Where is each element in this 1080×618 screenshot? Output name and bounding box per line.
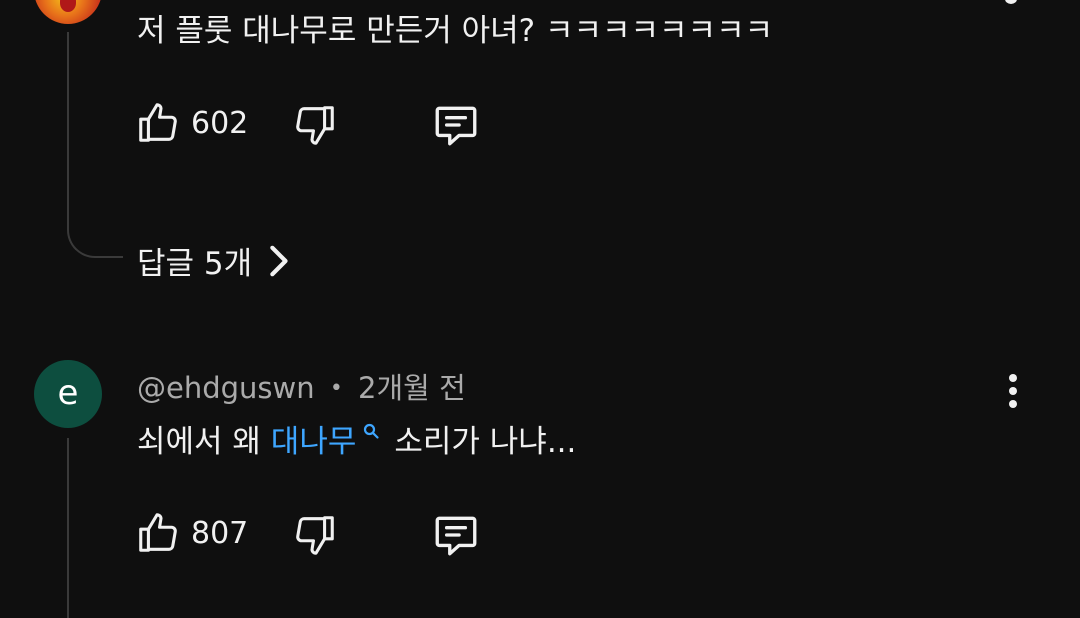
thumbs-down-icon [296, 106, 334, 145]
like-count: 602 [191, 106, 249, 141]
meta-separator: • [329, 376, 343, 401]
reply-button[interactable] [431, 510, 481, 560]
comment-text: 저 플룻 대나무로 만든거 아녀? ㅋㅋㅋㅋㅋㅋㅋㅋ [137, 13, 774, 49]
comment-text-after: 소리가 나냐... [394, 424, 577, 460]
comment-icon [435, 106, 477, 146]
comment-text-before: 쇠에서 왜 [137, 424, 261, 460]
more-options-icon[interactable] [1000, 374, 1026, 414]
dislike-button[interactable] [292, 102, 338, 148]
thread-connector-line [67, 32, 123, 258]
reply-button[interactable] [431, 100, 481, 150]
comment-icon [435, 516, 477, 556]
comment-meta: @ehdguswn • 2개월 전 [137, 365, 466, 407]
thumbs-up-icon [139, 103, 177, 142]
chevron-right-icon [270, 245, 288, 276]
commenter-avatar[interactable]: e [34, 360, 102, 428]
comment-timestamp: 2개월 전 [358, 371, 466, 405]
comment-text: 쇠에서 왜 대나무 소리가 나냐... [137, 422, 576, 462]
view-replies-button[interactable]: 답글 5개 [137, 238, 290, 283]
search-link[interactable]: 대나무 [270, 423, 395, 460]
thumbs-up-icon [139, 513, 177, 552]
replies-label: 답글 5개 [137, 246, 253, 282]
like-button[interactable] [135, 510, 181, 556]
search-icon [364, 423, 379, 439]
like-button[interactable] [135, 100, 181, 146]
dislike-button[interactable] [292, 512, 338, 558]
thread-connector-line [67, 438, 69, 618]
search-link-text: 대나무 [270, 424, 357, 460]
author-handle[interactable]: @ehdguswn [137, 371, 315, 405]
thumbs-down-icon [296, 516, 334, 555]
commenter-avatar[interactable] [34, 0, 102, 24]
like-count: 807 [191, 516, 249, 551]
more-options-icon[interactable] [1005, 0, 1017, 4]
